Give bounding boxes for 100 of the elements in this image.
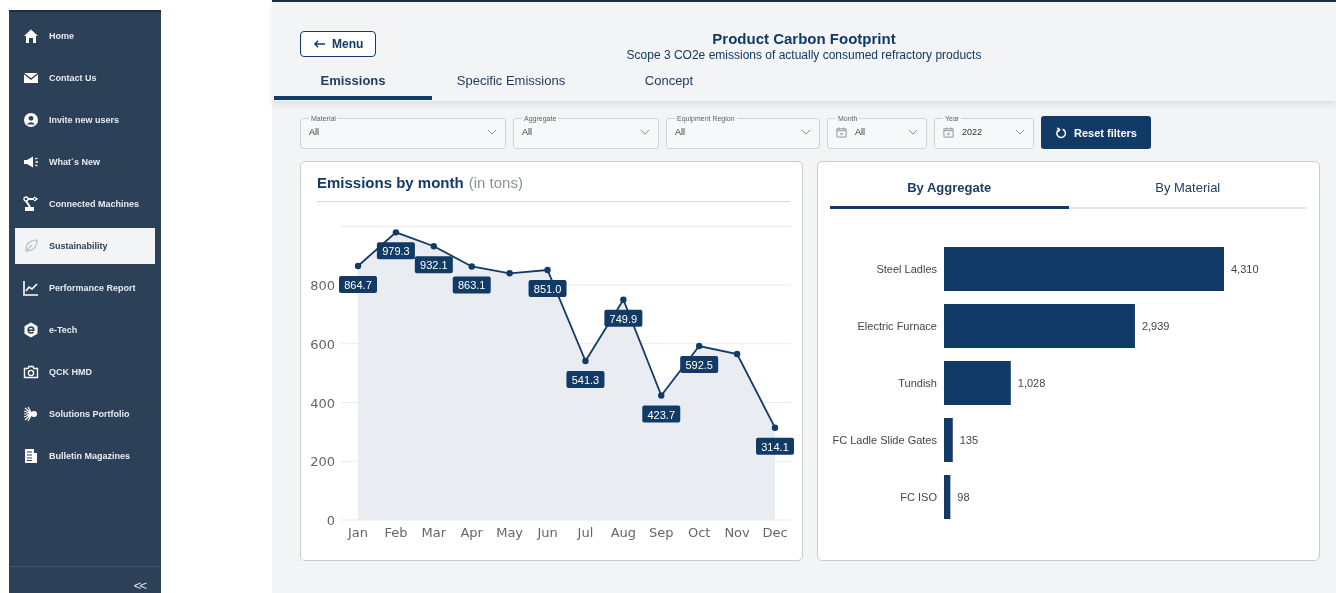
bar: [944, 361, 1011, 405]
data-point: [620, 296, 627, 303]
selected-value: All: [675, 127, 686, 137]
sidebar-item[interactable]: Invite new users: [15, 102, 155, 138]
menu-button[interactable]: Menu: [300, 31, 377, 57]
category-label: FC Ladle Slide Gates: [832, 434, 937, 446]
card-title: Emissions by month: [317, 174, 464, 191]
value-label: 135: [959, 434, 979, 446]
data-label: 932.1: [420, 259, 448, 272]
value-label: 864.7: [339, 276, 377, 293]
data-point: [544, 266, 551, 274]
robot-arm-icon: [23, 196, 39, 212]
value-label: 1,028: [1017, 377, 1046, 389]
sidebar-item[interactable]: Solutions Portfolio: [15, 396, 155, 432]
axis-tick-label: Dec: [762, 525, 788, 540]
user-icon: [23, 112, 39, 128]
data-point: [658, 392, 665, 399]
data-point: [771, 424, 779, 431]
data-label: 863.1: [457, 279, 486, 292]
calendar-icon: [943, 126, 954, 138]
bar: [944, 475, 951, 519]
value-label: 979.3: [376, 242, 415, 260]
page-subtitle: Scope 3 CO2e emissions of actually consumed refractory products: [626, 48, 982, 62]
data-point: [696, 342, 703, 350]
axis-tick-label: Jul: [577, 525, 594, 540]
caret-icon: [801, 129, 811, 135]
caret-icon: [640, 129, 650, 135]
hexagon-icon: [23, 322, 39, 338]
value-label: 2,939: [1141, 320, 1170, 332]
sidebar-item[interactable]: Performance Report: [15, 270, 155, 306]
caret-icon: [908, 129, 918, 135]
axis-tick-label: Apr: [460, 525, 483, 540]
value-label: 98: [957, 491, 970, 503]
sidebar-item[interactable]: Sustainability: [15, 228, 155, 264]
data-point: [430, 243, 437, 250]
value-label: 851.0: [528, 280, 567, 297]
camera-icon: [23, 364, 39, 380]
calendar-icon: [836, 126, 847, 138]
category-label: Tundish: [898, 377, 937, 389]
data-point: [392, 229, 400, 236]
data-point: [582, 357, 589, 365]
sidebar-item[interactable]: Bulletin Magazines: [15, 438, 155, 474]
sidebar-item[interactable]: Home: [15, 18, 155, 54]
data-point: [468, 263, 475, 270]
sidebar-item[interactable]: Connected Machines: [15, 186, 155, 222]
value-label: 863.1: [452, 276, 491, 294]
data-label: 979.3: [382, 245, 410, 258]
tab[interactable]: By Material: [1068, 176, 1307, 209]
reset-filters-button[interactable]: Reset filters: [1041, 116, 1151, 149]
data-label: 864.7: [344, 278, 372, 291]
selected-value: All: [855, 127, 866, 137]
axis-tick-label: Jun: [537, 525, 558, 540]
collapse-button[interactable]: <<: [133, 578, 145, 593]
data-label: 592.5: [685, 358, 713, 371]
radial-lines-icon: [23, 406, 39, 422]
tab[interactable]: Specific Emissions: [432, 68, 590, 100]
refresh-icon: [1055, 126, 1067, 139]
axis-tick-label: Sep: [649, 525, 674, 540]
axis-tick-label: Mar: [421, 525, 447, 540]
axis-tick-label: 200: [310, 454, 335, 470]
caret-icon: [1015, 129, 1025, 135]
arrow-left-icon: [313, 39, 326, 49]
selected-value: All: [522, 127, 533, 137]
value-label: 592.5: [680, 355, 719, 373]
sidebar-item[interactable]: Contact Us: [15, 60, 155, 96]
axis-tick-label: Jan: [348, 525, 368, 540]
tab[interactable]: By Aggregate: [830, 176, 1069, 209]
data-point: [506, 270, 513, 277]
axis-tick-label: 800: [310, 278, 335, 293]
bar: [944, 418, 953, 462]
line-chart-icon: [23, 280, 39, 296]
sidebar-item[interactable]: What´s New: [15, 144, 155, 180]
selected-value: 2022: [962, 127, 984, 137]
axis-tick-label: 600: [310, 336, 335, 352]
value-label: 314.1: [756, 437, 794, 455]
value-label: 749.9: [604, 309, 643, 327]
data-point: [354, 262, 362, 270]
value-label: 932.1: [414, 256, 453, 274]
sidebar-item[interactable]: e-Tech: [15, 312, 155, 348]
page-title: Product Carbon Footprint: [711, 30, 897, 47]
leaf-icon: [23, 238, 39, 254]
category-label: Electric Furnace: [857, 320, 937, 332]
axis-tick-label: May: [496, 525, 524, 540]
tab[interactable]: Concept: [590, 68, 748, 100]
selected-value: All: [309, 127, 320, 137]
tab[interactable]: Emissions: [274, 68, 432, 100]
data-label: 851.0: [533, 283, 562, 296]
document-icon: [23, 448, 39, 464]
axis-tick-label: Nov: [724, 525, 750, 540]
axis-tick-label: 400: [310, 395, 335, 411]
category-label: Steel Ladles: [876, 263, 937, 275]
value-label: 4,310: [1231, 263, 1259, 275]
caret-icon: [487, 129, 497, 135]
data-label: 314.1: [761, 440, 789, 453]
sidebar-item[interactable]: QCK HMD: [15, 354, 155, 390]
axis-tick-label: Aug: [610, 525, 637, 540]
data-point: [733, 350, 741, 358]
category-label: FC ISO: [900, 491, 937, 503]
axis-tick-label: 0: [326, 513, 335, 528]
data-label: 541.3: [571, 373, 600, 386]
